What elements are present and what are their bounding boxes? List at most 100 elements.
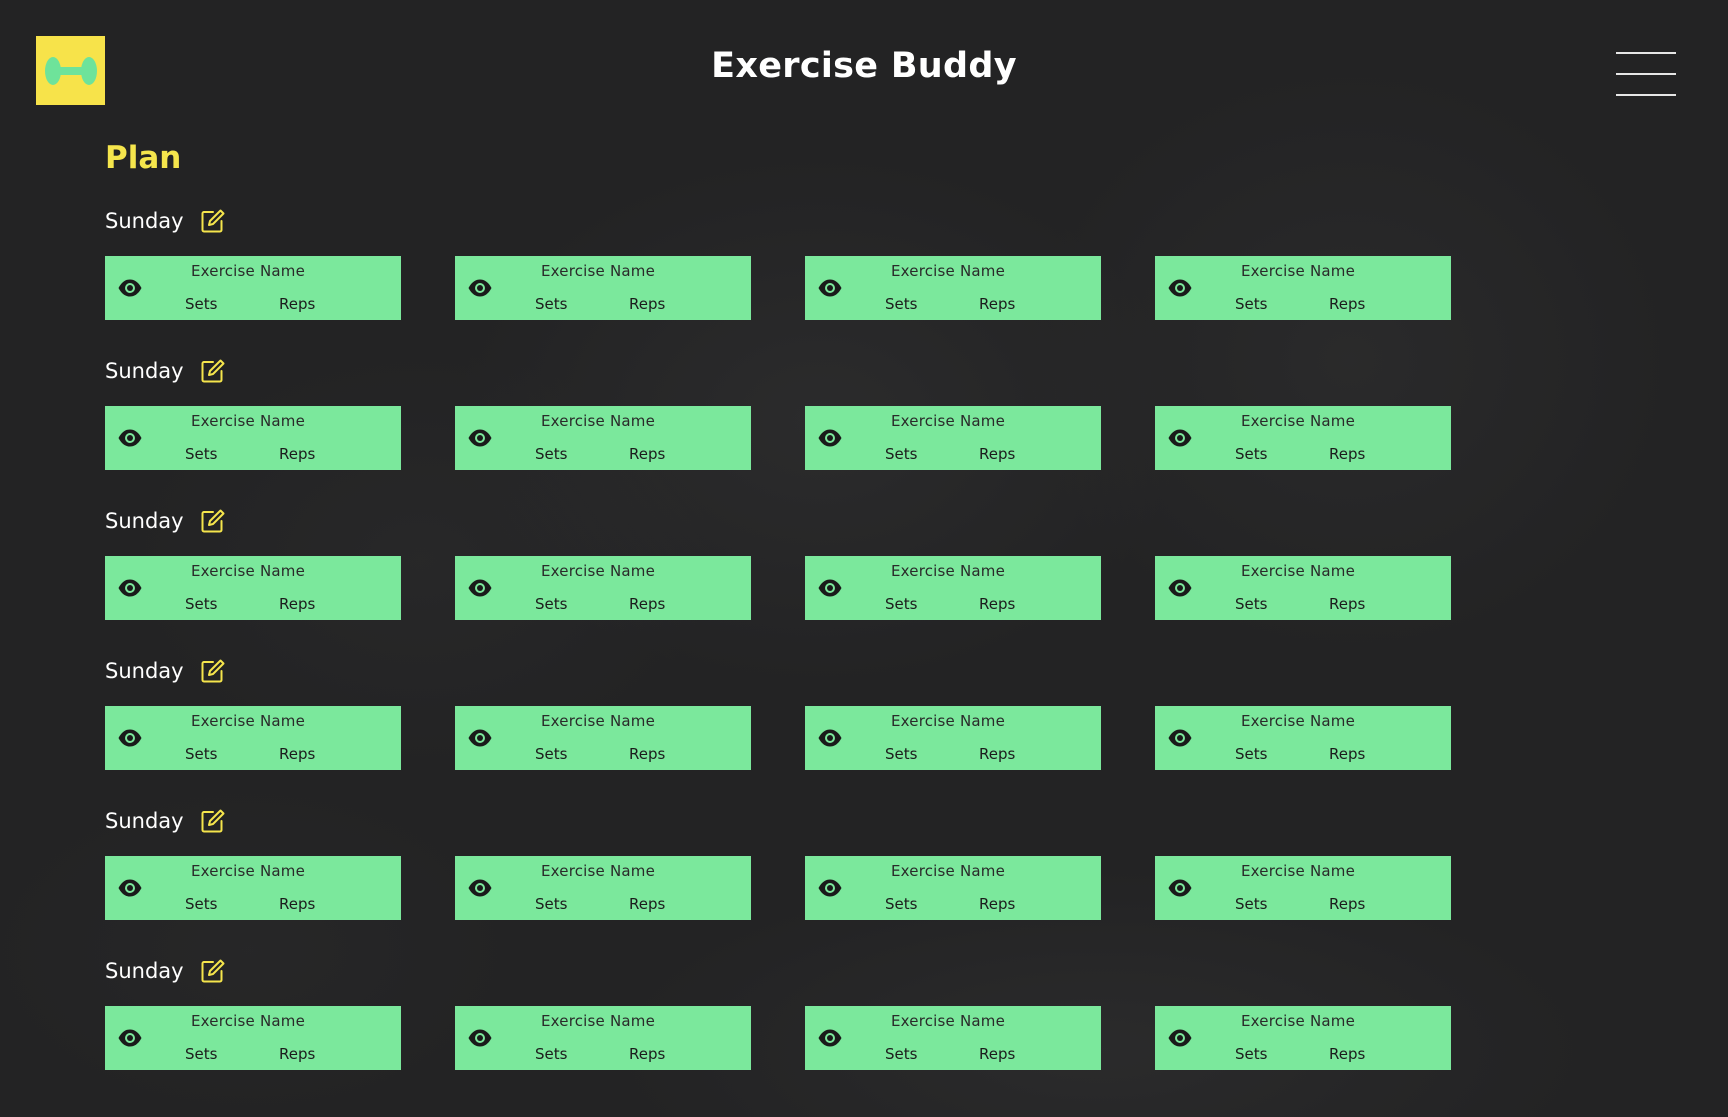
exercise-reps: Reps [279,745,316,763]
plan-title: Plan [105,140,182,176]
exercise-reps: Reps [979,595,1016,613]
exercise-card[interactable]: Exercise Name Sets Reps [455,556,751,620]
exercise-reps: Reps [979,295,1016,313]
eye-icon[interactable] [467,878,493,898]
exercise-card[interactable]: Exercise Name Sets Reps [1155,856,1451,920]
exercise-card[interactable]: Exercise Name Sets Reps [805,856,1101,920]
exercise-card[interactable]: Exercise Name Sets Reps [805,706,1101,770]
exercise-card-row: Exercise Name Sets Reps Exercise Name Sets Re… [105,1006,1505,1070]
exercise-reps: Reps [1329,445,1366,463]
eye-icon[interactable] [117,428,143,448]
exercise-sets: Sets [535,295,568,313]
exercise-reps: Reps [979,745,1016,763]
edit-icon[interactable] [200,958,226,984]
exercise-sets: Sets [1235,595,1268,613]
exercise-reps: Reps [279,295,316,313]
day-header: Sunday [105,352,1505,390]
exercise-card[interactable]: Exercise Name Sets Reps [105,556,401,620]
eye-icon[interactable] [817,1028,843,1048]
eye-icon[interactable] [467,428,493,448]
edit-icon[interactable] [200,808,226,834]
exercise-card[interactable]: Exercise Name Sets Reps [455,706,751,770]
exercise-card[interactable]: Exercise Name Sets Reps [455,406,751,470]
exercise-name: Exercise Name [890,1012,1006,1030]
exercise-card[interactable]: Exercise Name Sets Reps [105,706,401,770]
exercise-sets: Sets [1235,895,1268,913]
exercise-reps: Reps [279,595,316,613]
day-header: Sunday [105,952,1505,990]
exercise-card[interactable]: Exercise Name Sets Reps [1155,706,1451,770]
exercise-sets: Sets [1235,745,1268,763]
exercise-name: Exercise Name [190,262,306,280]
eye-icon[interactable] [467,578,493,598]
day-section: Sunday Exercise Name Sets Reps Exercise Name… [105,502,1505,652]
edit-icon[interactable] [200,358,226,384]
exercise-sets: Sets [535,445,568,463]
exercise-card[interactable]: Exercise Name Sets Reps [1155,406,1451,470]
eye-icon[interactable] [817,878,843,898]
exercise-reps: Reps [279,1045,316,1063]
edit-icon[interactable] [200,508,226,534]
exercise-card[interactable]: Exercise Name Sets Reps [105,856,401,920]
exercise-card[interactable]: Exercise Name Sets Reps [105,256,401,320]
eye-icon[interactable] [117,278,143,298]
edit-icon[interactable] [200,658,226,684]
exercise-sets: Sets [1235,295,1268,313]
exercise-card[interactable]: Exercise Name Sets Reps [455,256,751,320]
exercise-name: Exercise Name [540,262,656,280]
exercise-sets: Sets [535,1045,568,1063]
exercise-card[interactable]: Exercise Name Sets Reps [805,256,1101,320]
exercise-sets: Sets [885,895,918,913]
exercise-name: Exercise Name [890,262,1006,280]
exercise-card[interactable]: Exercise Name Sets Reps [805,556,1101,620]
exercise-name: Exercise Name [540,862,656,880]
day-section: Sunday Exercise Name Sets Reps Exercise Name… [105,652,1505,802]
exercise-sets: Sets [885,445,918,463]
exercise-name: Exercise Name [190,412,306,430]
day-name: Sunday [105,359,184,383]
exercise-sets: Sets [885,295,918,313]
edit-icon[interactable] [200,208,226,234]
exercise-sets: Sets [885,1045,918,1063]
eye-icon[interactable] [817,728,843,748]
exercise-card[interactable]: Exercise Name Sets Reps [105,406,401,470]
exercise-reps: Reps [629,745,666,763]
exercise-card[interactable]: Exercise Name Sets Reps [105,1006,401,1070]
eye-icon[interactable] [117,578,143,598]
day-name: Sunday [105,959,184,983]
eye-icon[interactable] [467,1028,493,1048]
eye-icon[interactable] [1167,428,1193,448]
day-header: Sunday [105,502,1505,540]
exercise-name: Exercise Name [890,562,1006,580]
exercise-card[interactable]: Exercise Name Sets Reps [1155,1006,1451,1070]
exercise-card[interactable]: Exercise Name Sets Reps [455,1006,751,1070]
exercise-name: Exercise Name [190,1012,306,1030]
exercise-card[interactable]: Exercise Name Sets Reps [1155,256,1451,320]
eye-icon[interactable] [467,278,493,298]
eye-icon[interactable] [1167,578,1193,598]
eye-icon[interactable] [1167,728,1193,748]
exercise-card[interactable]: Exercise Name Sets Reps [455,856,751,920]
exercise-name: Exercise Name [1240,412,1356,430]
exercise-card[interactable]: Exercise Name Sets Reps [1155,556,1451,620]
eye-icon[interactable] [1167,1028,1193,1048]
eye-icon[interactable] [1167,278,1193,298]
exercise-card-row: Exercise Name Sets Reps Exercise Name Sets Re… [105,556,1505,620]
eye-icon[interactable] [117,728,143,748]
eye-icon[interactable] [467,728,493,748]
eye-icon[interactable] [817,578,843,598]
eye-icon[interactable] [117,878,143,898]
day-header: Sunday [105,652,1505,690]
day-name: Sunday [105,659,184,683]
exercise-card[interactable]: Exercise Name Sets Reps [805,406,1101,470]
exercise-card[interactable]: Exercise Name Sets Reps [805,1006,1101,1070]
eye-icon[interactable] [1167,878,1193,898]
day-header: Sunday [105,202,1505,240]
exercise-name: Exercise Name [1240,562,1356,580]
eye-icon[interactable] [817,428,843,448]
hamburger-menu-icon[interactable] [1616,52,1676,96]
exercise-sets: Sets [185,895,218,913]
exercise-name: Exercise Name [540,562,656,580]
eye-icon[interactable] [117,1028,143,1048]
eye-icon[interactable] [817,278,843,298]
